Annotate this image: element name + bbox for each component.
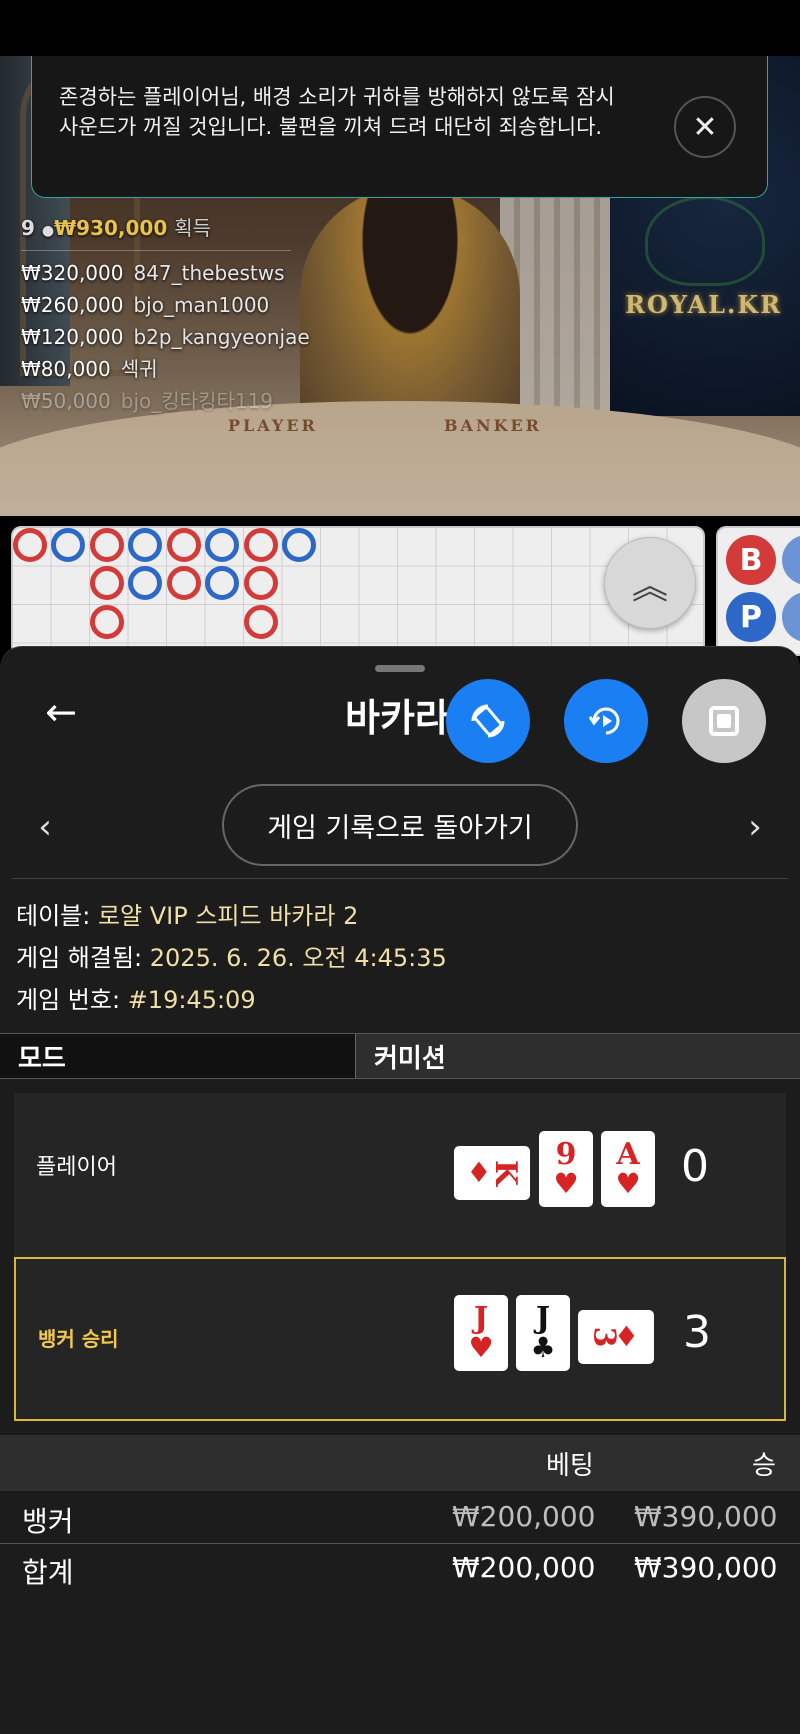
replay-icon — [588, 707, 620, 735]
toast-message: 존경하는 플레이어님, 배경 소리가 귀하를 방해하지 않도록 잠시 사운드가 … — [59, 85, 615, 139]
bet-amount: ₩200,000 — [452, 1500, 596, 1533]
bets-header: 베팅 승 — [0, 1435, 800, 1491]
tab-mode[interactable]: 모드 — [0, 1034, 356, 1078]
rotate-screen-button[interactable] — [446, 679, 530, 763]
chevron-up-icon[interactable]: ︽ — [604, 537, 696, 629]
bead-banker — [167, 566, 201, 600]
close-icon[interactable]: ✕ — [674, 96, 736, 158]
game-number-label: 게임 번호: — [16, 986, 121, 1014]
resolved-value: 2025. 6. 26. 오전 4:45:35 — [149, 944, 447, 972]
playing-card: J ♣ — [516, 1295, 570, 1371]
bead-banker — [244, 528, 278, 562]
total-win: ₩390,000 — [634, 1551, 778, 1584]
bead-player — [128, 566, 162, 600]
player-pill: P — [726, 592, 776, 642]
road-summary: B P — [716, 526, 800, 656]
resolved-label: 게임 해결됨: — [16, 944, 143, 972]
bead-player — [205, 566, 239, 600]
bead-banker — [13, 528, 47, 562]
back-arrow-icon[interactable]: ← — [36, 687, 86, 737]
winners-list: 9 ●₩930,000 획득 ₩320,000 847_thebestws ₩26… — [21, 212, 310, 417]
playing-card: ♦ K — [454, 1146, 530, 1200]
bead-road[interactable] — [11, 526, 705, 656]
sheet-handle[interactable] — [375, 665, 425, 672]
banker-result: 뱅커 승리 J ♥ J ♣ 3 ♦ 3 — [14, 1257, 786, 1421]
bet-column-header: 베팅 — [546, 1451, 594, 1481]
person-icon: ● — [41, 223, 55, 239]
bead-player — [51, 528, 85, 562]
total-label: 합계 — [22, 1556, 74, 1589]
bead-player — [282, 528, 316, 562]
playing-card: A ♥ — [601, 1131, 655, 1207]
game-info: 테이블: 로얄 VIP 스피드 바카라 2 게임 해결됨: 2025. 6. 2… — [16, 895, 447, 1021]
winner-row: ₩260,000 bjo_man1000 — [21, 293, 270, 317]
winner-count: 9 — [21, 216, 35, 240]
table-label: 테이블: — [16, 902, 91, 930]
rotate-icon — [471, 704, 505, 738]
bet-name: 뱅커 — [22, 1505, 74, 1538]
table-value: 로얄 VIP 스피드 바카라 2 — [97, 902, 359, 930]
sound-notice-toast: 존경하는 플레이어님, 배경 소리가 귀하를 방해하지 않도록 잠시 사운드가 … — [31, 56, 768, 198]
table-row: 뱅커 ₩200,000 ₩390,000 — [0, 1494, 800, 1544]
tab-commission[interactable]: 커미션 — [356, 1034, 800, 1078]
bead-banker — [90, 528, 124, 562]
stop-button[interactable] — [682, 679, 766, 763]
bead-banker — [90, 605, 124, 639]
winner-row: ₩50,000 bjo_킹타킹타119 — [21, 389, 274, 413]
bead-banker — [167, 528, 201, 562]
chevron-right-icon[interactable]: › — [730, 802, 780, 852]
player-label: 플레이어 — [36, 1155, 117, 1180]
win-amount: ₩390,000 — [634, 1500, 778, 1533]
won-label: 획득 — [174, 216, 212, 240]
divider — [0, 1543, 800, 1544]
bead-player — [205, 528, 239, 562]
win-column-header: 승 — [752, 1451, 776, 1481]
banker-win-label: 뱅커 승리 — [38, 1327, 119, 1351]
player-score: 0 — [681, 1141, 709, 1192]
playing-card: J ♥ — [454, 1295, 508, 1371]
mode-tabs: 모드 커미션 — [0, 1033, 800, 1079]
status-bar — [0, 0, 800, 56]
banker-pill: B — [726, 535, 776, 585]
total-won: ₩930,000 — [54, 216, 168, 240]
back-to-history-button[interactable]: 게임 기록으로 돌아가기 — [222, 784, 578, 866]
history-nav: ‹ 게임 기록으로 돌아가기 › — [0, 784, 800, 868]
total-bet: ₩200,000 — [452, 1551, 596, 1584]
replay-video-button[interactable] — [564, 679, 648, 763]
winner-row: ₩120,000 b2p_kangyeonjae — [21, 325, 310, 349]
chevron-left-icon[interactable]: ‹ — [20, 802, 70, 852]
page-title: 바카라 — [345, 696, 450, 740]
bead-player — [128, 528, 162, 562]
total-row: 합계 ₩200,000 ₩390,000 — [0, 1545, 800, 1595]
bead-banker — [244, 605, 278, 639]
playing-card: 9 ♥ — [539, 1131, 593, 1207]
player-result: 플레이어 ♦ K 9 ♥ A ♥ 0 — [14, 1093, 786, 1257]
winner-row: ₩80,000 섹귀 — [21, 357, 158, 381]
stop-icon — [709, 706, 739, 736]
bead-banker — [90, 566, 124, 600]
game-number-value: #19:45:09 — [127, 986, 256, 1014]
playing-card: 3 ♦ — [578, 1310, 654, 1364]
banker-score: 3 — [683, 1307, 711, 1358]
winner-row: ₩320,000 847_thebestws — [21, 261, 285, 285]
divider — [12, 878, 788, 879]
bead-banker — [244, 566, 278, 600]
